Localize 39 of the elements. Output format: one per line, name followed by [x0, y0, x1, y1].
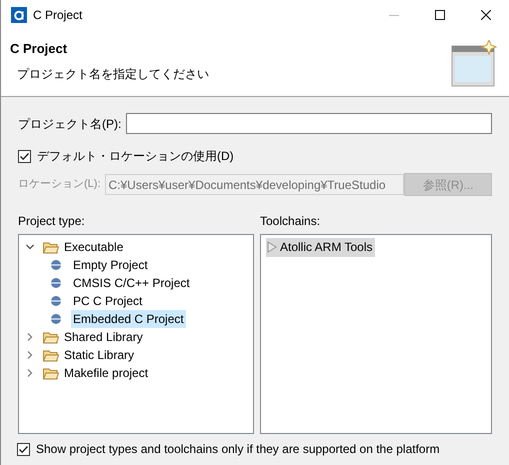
app-icon	[11, 7, 27, 23]
checkbox-label: Show project types and toolchains only if they are supported on the platform	[36, 441, 440, 458]
field-label: プロジェクト名(P):	[18, 116, 122, 132]
chevron-down-icon[interactable]	[25, 242, 35, 252]
toolchain-item[interactable]: Atollic ARM Tools	[266, 238, 376, 256]
bullet-icon	[50, 313, 62, 325]
chevron-right-icon[interactable]	[25, 332, 35, 342]
bullet-icon	[50, 277, 62, 289]
section-label: Toolchains:	[260, 213, 322, 230]
project-name-field[interactable]	[126, 113, 492, 134]
close-icon[interactable]	[481, 10, 491, 20]
tree-item[interactable]: Static Library	[62, 346, 136, 364]
tree-item[interactable]: Shared Library	[62, 328, 145, 346]
bullet-icon	[50, 259, 62, 271]
header-title: C Project	[10, 40, 68, 58]
tree-item[interactable]: Empty Project	[71, 256, 150, 274]
tree-item[interactable]: Executable	[62, 238, 126, 256]
chevron-right-icon[interactable]	[25, 368, 35, 378]
tree-item[interactable]: Embedded C Project	[71, 310, 186, 328]
window-title: C Project	[33, 7, 82, 24]
checkbox-label: デフォルト・ロケーションの使用(D)	[37, 148, 234, 165]
folder-icon	[43, 240, 59, 254]
wizard-window-icon	[449, 40, 497, 88]
maximize-icon[interactable]	[435, 10, 445, 20]
checkbox[interactable]	[18, 150, 31, 162]
tree-item[interactable]: PC C Project	[71, 292, 144, 310]
chevron-right-icon[interactable]	[25, 350, 35, 360]
triangle-right-icon	[266, 241, 278, 253]
section-label: Project type:	[18, 213, 86, 230]
folder-icon	[43, 366, 59, 380]
header-subtitle: プロジェクト名を指定してください	[17, 66, 209, 82]
folder-icon	[43, 330, 59, 344]
checkbox[interactable]	[17, 442, 30, 456]
bullet-icon	[50, 295, 62, 307]
toolchain-label: Atollic ARM Tools	[280, 239, 372, 256]
tree-item[interactable]: Makefile project	[62, 364, 150, 382]
folder-icon	[43, 348, 59, 362]
field-label: ロケーション(L):	[18, 177, 100, 192]
tree-item[interactable]: CMSIS C/C++ Project	[71, 274, 192, 292]
